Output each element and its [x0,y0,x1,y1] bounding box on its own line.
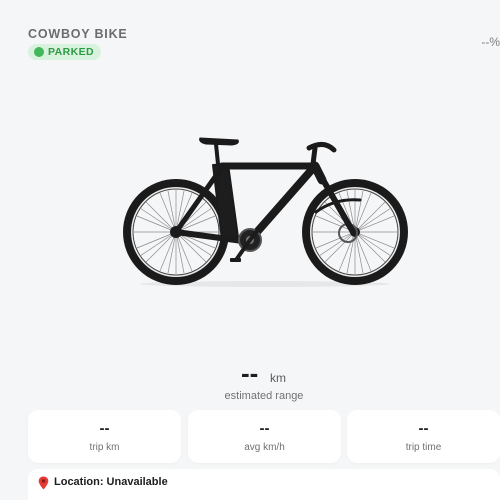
stat-label: avg km/h [244,442,285,453]
map-pin-icon [38,476,49,490]
stat-value: -- [418,420,429,437]
bike-image [110,120,420,295]
location-text: Location: Unavailable [54,476,168,488]
status-badge: PARKED [28,44,101,60]
stat-value: -- [99,420,110,437]
stat-card-trip-km: -- trip km [28,410,181,463]
bike-title: COWBOY BIKE [28,27,128,41]
stat-card-avg-speed: -- avg km/h [188,410,341,463]
stat-label: trip km [89,442,120,453]
status-text: PARKED [48,46,94,58]
range-unit: km [270,371,286,385]
stat-card-trip-time: -- trip time [347,410,500,463]
stat-label: trip time [405,442,442,453]
status-dot-icon [34,47,44,57]
range-caption: estimated range [224,390,304,402]
location-card[interactable]: Location: Unavailable [28,469,500,500]
battery-level: --% [481,35,500,49]
range-value: -- [241,358,259,388]
stat-value: -- [259,420,270,437]
bike-dashboard: COWBOY BIKE PARKED --% -- km estimated r… [0,0,500,500]
